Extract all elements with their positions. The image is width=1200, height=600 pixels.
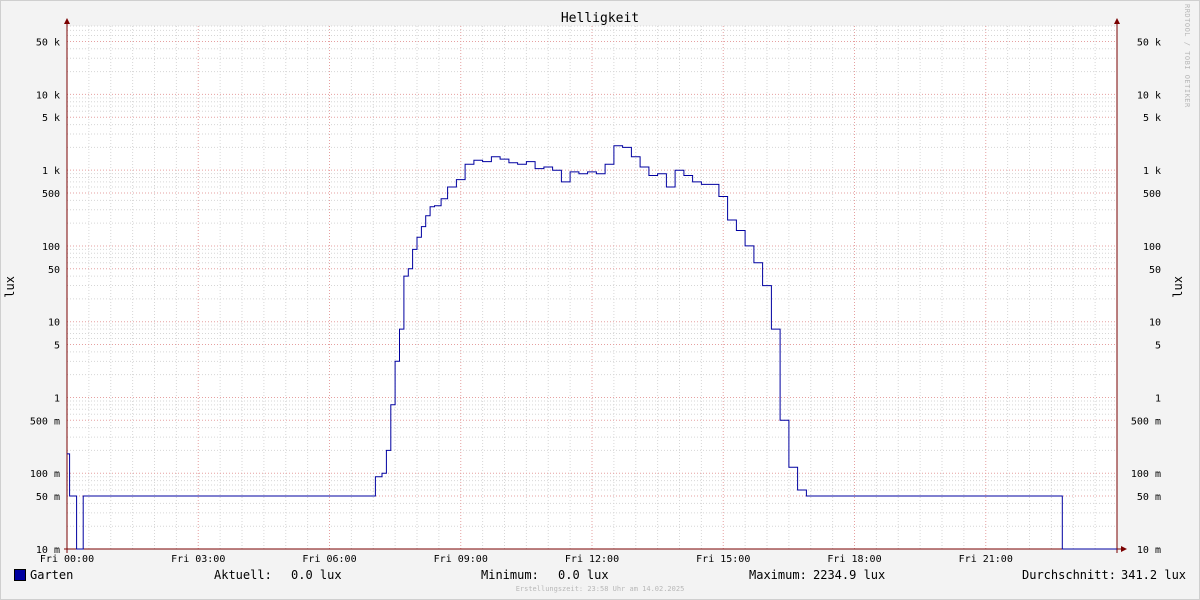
legend-max-value: 2234.9 lux — [813, 568, 886, 582]
y-tick-label-left: 1 — [54, 393, 60, 404]
x-tick-label: Fri 09:00 — [434, 554, 488, 565]
y-tick-label-left: 50 — [48, 265, 60, 276]
y-tick-label-right: 500 m — [1131, 416, 1161, 427]
x-tick-label: Fri 15:00 — [696, 554, 750, 565]
y-axis-arrow-right — [1114, 18, 1120, 24]
y-tick-label-left: 10 — [48, 318, 60, 329]
x-tick-label: Fri 21:00 — [959, 554, 1013, 565]
y-tick-label-right: 5 k — [1143, 113, 1161, 124]
x-tick-label: Fri 06:00 — [302, 554, 356, 565]
legend-current-value: 0.0 lux — [291, 568, 342, 582]
y-tick-label-right: 50 — [1149, 265, 1161, 276]
legend-current-label: Aktuell: — [214, 568, 272, 582]
legend-series-name: Garten — [30, 568, 74, 582]
y-tick-label-right: 10 m — [1137, 545, 1161, 556]
creation-timestamp: Erstellungszeit: 23:58 Uhr am 14.02.2025 — [515, 585, 685, 593]
y-tick-label-right: 50 m — [1137, 492, 1161, 503]
legend-swatch — [14, 569, 26, 581]
y-tick-label-left: 1 k — [42, 166, 60, 177]
y-tick-label-right: 5 — [1155, 341, 1161, 352]
y-tick-label-left: 500 m — [30, 416, 60, 427]
x-tick-label: Fri 12:00 — [565, 554, 619, 565]
x-axis-arrow — [1121, 546, 1127, 552]
y-tick-label-left: 100 — [42, 242, 60, 253]
x-tick-label: Fri 18:00 — [827, 554, 881, 565]
x-tick-label: Fri 00:00 — [40, 554, 94, 565]
y-tick-label-right: 100 — [1143, 242, 1161, 253]
y-tick-label-right: 10 — [1149, 318, 1161, 329]
legend-max-label: Maximum: — [749, 568, 807, 582]
legend-avg-label: Durchschnitt: — [1022, 568, 1116, 582]
y-tick-label-right: 50 k — [1137, 37, 1161, 48]
y-tick-label-left: 50 k — [36, 37, 60, 48]
legend-min-label: Minimum: — [481, 568, 539, 582]
y-tick-label-right: 500 — [1143, 189, 1161, 200]
legend-min-value: 0.0 lux — [558, 568, 609, 582]
y-tick-label-left: 500 — [42, 189, 60, 200]
legend-avg-value: 341.2 lux — [1121, 568, 1187, 582]
y-tick-label-left: 5 k — [42, 113, 60, 124]
y-tick-label-right: 1 — [1155, 393, 1161, 404]
y-tick-label-right: 1 k — [1143, 166, 1161, 177]
y-tick-label-right: 10 k — [1137, 90, 1161, 101]
y-tick-label-left: 100 m — [30, 469, 60, 480]
y-tick-label-left: 5 — [54, 341, 60, 352]
y-tick-label-left: 50 m — [36, 492, 60, 503]
y-axis-arrow-left — [64, 18, 70, 24]
x-tick-label: Fri 03:00 — [171, 554, 225, 565]
chart-canvas: 10 m 10 m50 m 50 m100 m 100 m500 m 500 m1 15 5… — [30, 18, 1161, 565]
y-tick-label-left: 10 k — [36, 90, 60, 101]
y-tick-label-right: 100 m — [1131, 469, 1161, 480]
